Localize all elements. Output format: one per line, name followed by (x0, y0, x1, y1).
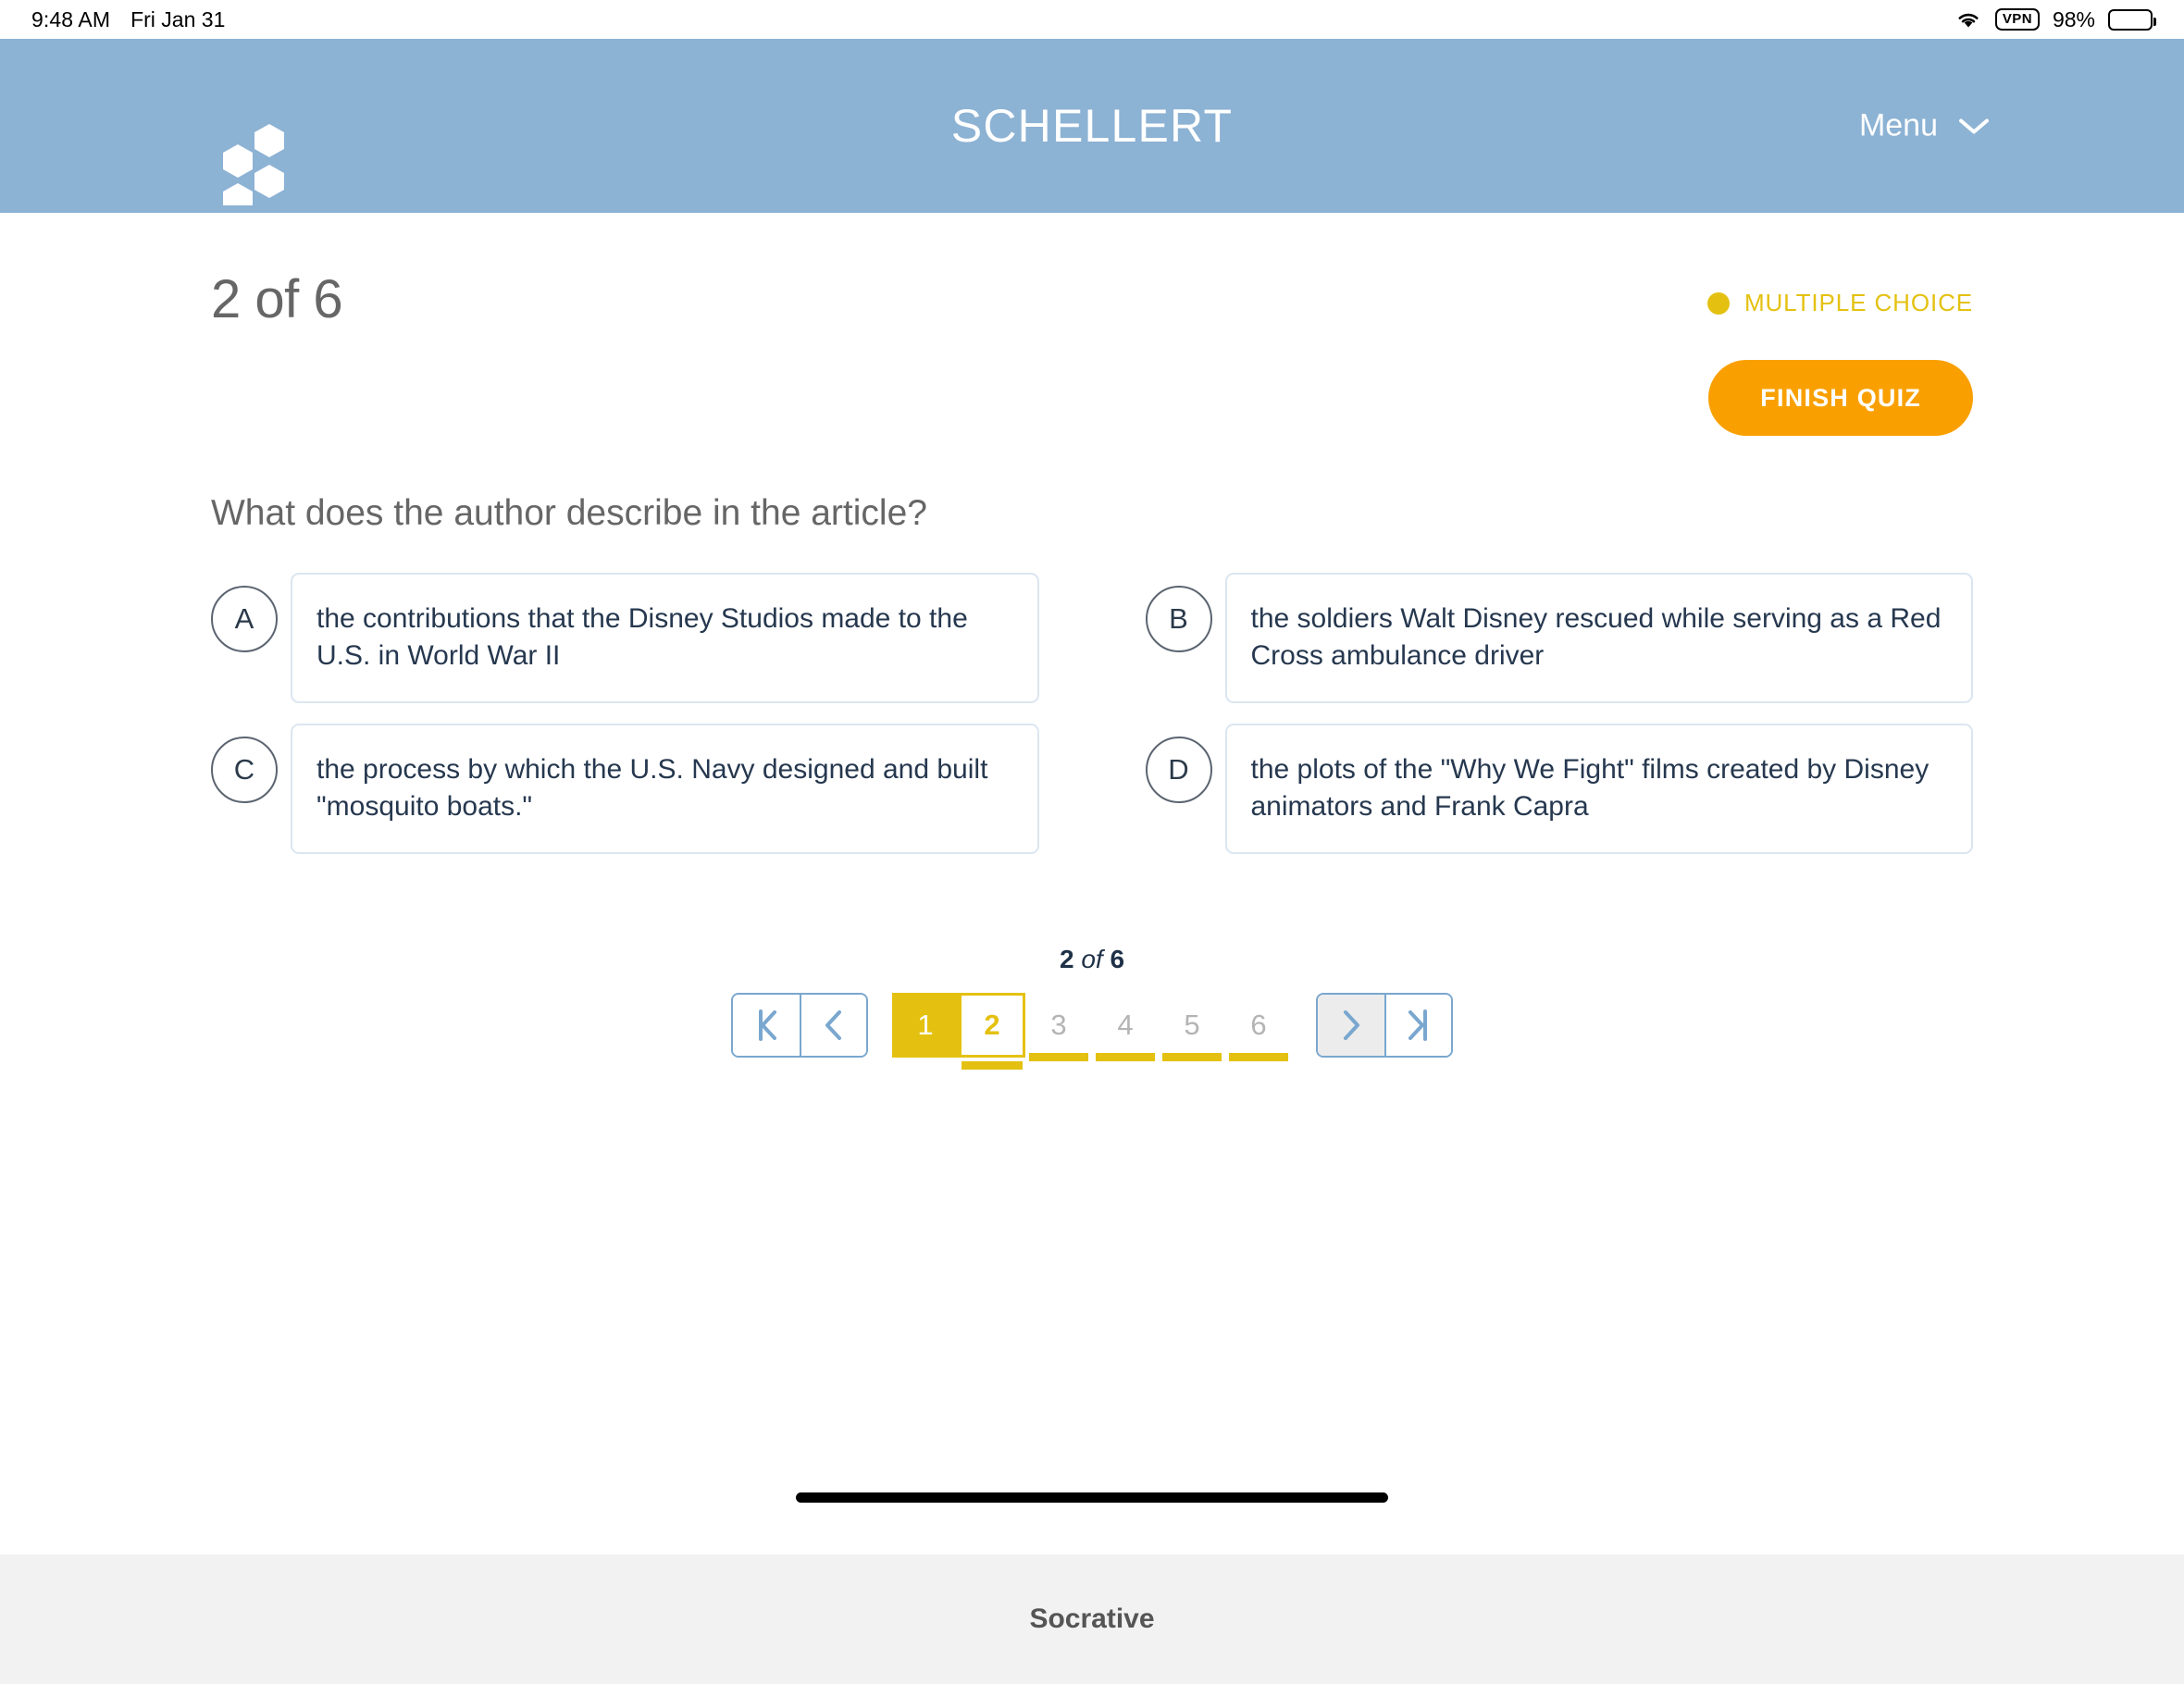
pagination-of: of (1081, 945, 1102, 973)
next-page-button[interactable] (1318, 995, 1384, 1056)
status-bar-right: VPN 98% (1954, 7, 2153, 32)
page-progress-bar-6 (1229, 1053, 1288, 1061)
option-letter-b: B (1146, 586, 1212, 652)
app-header: SCHELLERT Menu (0, 39, 2184, 213)
hexagon-cluster-logo-icon (211, 120, 296, 205)
page-button-5[interactable]: 5 (1159, 993, 1225, 1058)
page-number-3: 3 (1050, 1009, 1066, 1042)
option-text-c[interactable]: the process by which the U.S. Navy desig… (291, 724, 1039, 854)
vpn-badge: VPN (1995, 8, 2040, 31)
date-label: Fri Jan 31 (130, 7, 225, 32)
pagination: 2 of 6 1 (0, 945, 2184, 1058)
page-number-6: 6 (1250, 1009, 1266, 1042)
clock-label: 9:48 AM (31, 7, 110, 32)
page-progress-bar-2 (962, 1061, 1023, 1070)
battery-icon (2108, 9, 2153, 31)
page-button-3[interactable]: 3 (1025, 993, 1092, 1058)
question-counter: 2 of 6 (211, 268, 342, 330)
status-bar-left: 9:48 AM Fri Jan 31 (31, 7, 225, 32)
pagination-prev-group (731, 993, 868, 1058)
option-text-a[interactable]: the contributions that the Disney Studio… (291, 573, 1039, 703)
answer-option-c[interactable]: C the process by which the U.S. Navy des… (211, 724, 1039, 854)
pagination-next-group (1316, 993, 1453, 1058)
option-text-b[interactable]: the soldiers Walt Disney rescued while s… (1225, 573, 1974, 703)
ios-status-bar: 9:48 AM Fri Jan 31 VPN 98% (0, 0, 2184, 39)
menu-label: Menu (1859, 108, 1938, 144)
page-number-list: 1 2 3 4 5 (892, 993, 1292, 1058)
page-button-2[interactable]: 2 (959, 993, 1025, 1058)
page-number-5: 5 (1184, 1009, 1199, 1042)
quiz-header-row: 2 of 6 MULTIPLE CHOICE FINISH QUIZ (0, 213, 2184, 436)
menu-button[interactable]: Menu (1859, 108, 1990, 144)
option-letter-a: A (211, 586, 278, 652)
pagination-current: 2 (1060, 945, 1074, 973)
page-progress-bar-4 (1096, 1053, 1155, 1061)
home-indicator[interactable] (796, 1492, 1388, 1503)
answer-option-a[interactable]: A the contributions that the Disney Stud… (211, 573, 1039, 703)
pagination-controls: 1 2 3 4 5 (731, 993, 1453, 1058)
chevron-down-icon (1958, 108, 1990, 144)
pagination-total: 6 (1110, 945, 1124, 973)
page-number-2: 2 (984, 1009, 999, 1042)
question-text: What does the author describe in the art… (0, 493, 2184, 534)
wifi-icon (1954, 9, 1982, 30)
page-button-1[interactable]: 1 (892, 993, 959, 1058)
page-button-6[interactable]: 6 (1225, 993, 1292, 1058)
app-footer: Socrative (0, 1554, 2184, 1684)
status-dot-icon (1707, 292, 1730, 315)
option-letter-c: C (211, 737, 278, 803)
question-type-label: MULTIPLE CHOICE (1744, 289, 1973, 317)
pagination-label: 2 of 6 (1060, 945, 1124, 974)
page-progress-bar-3 (1029, 1053, 1088, 1061)
quiz-content: 2 of 6 MULTIPLE CHOICE FINISH QUIZ What … (0, 213, 2184, 1268)
answer-options-list: A the contributions that the Disney Stud… (0, 573, 2184, 854)
battery-percent-label: 98% (2053, 7, 2095, 32)
first-page-button[interactable] (733, 995, 800, 1056)
footer-brand-label: Socrative (1029, 1604, 1154, 1635)
option-text-d[interactable]: the plots of the "Why We Fight" films cr… (1225, 724, 1974, 854)
option-letter-d: D (1146, 737, 1212, 803)
page-number-4: 4 (1117, 1009, 1133, 1042)
page-number-1: 1 (917, 1009, 933, 1042)
previous-page-button[interactable] (800, 995, 866, 1056)
answer-option-b[interactable]: B the soldiers Walt Disney rescued while… (1146, 573, 1974, 703)
page-button-4[interactable]: 4 (1092, 993, 1159, 1058)
quiz-header-right: MULTIPLE CHOICE FINISH QUIZ (1707, 268, 1973, 436)
last-page-button[interactable] (1384, 995, 1451, 1056)
finish-quiz-button[interactable]: FINISH QUIZ (1708, 360, 1973, 436)
page-progress-bar-5 (1162, 1053, 1222, 1061)
page-title: SCHELLERT (0, 99, 2184, 153)
answer-option-d[interactable]: D the plots of the "Why We Fight" films … (1146, 724, 1974, 854)
status-badge: MULTIPLE CHOICE (1707, 289, 1973, 317)
